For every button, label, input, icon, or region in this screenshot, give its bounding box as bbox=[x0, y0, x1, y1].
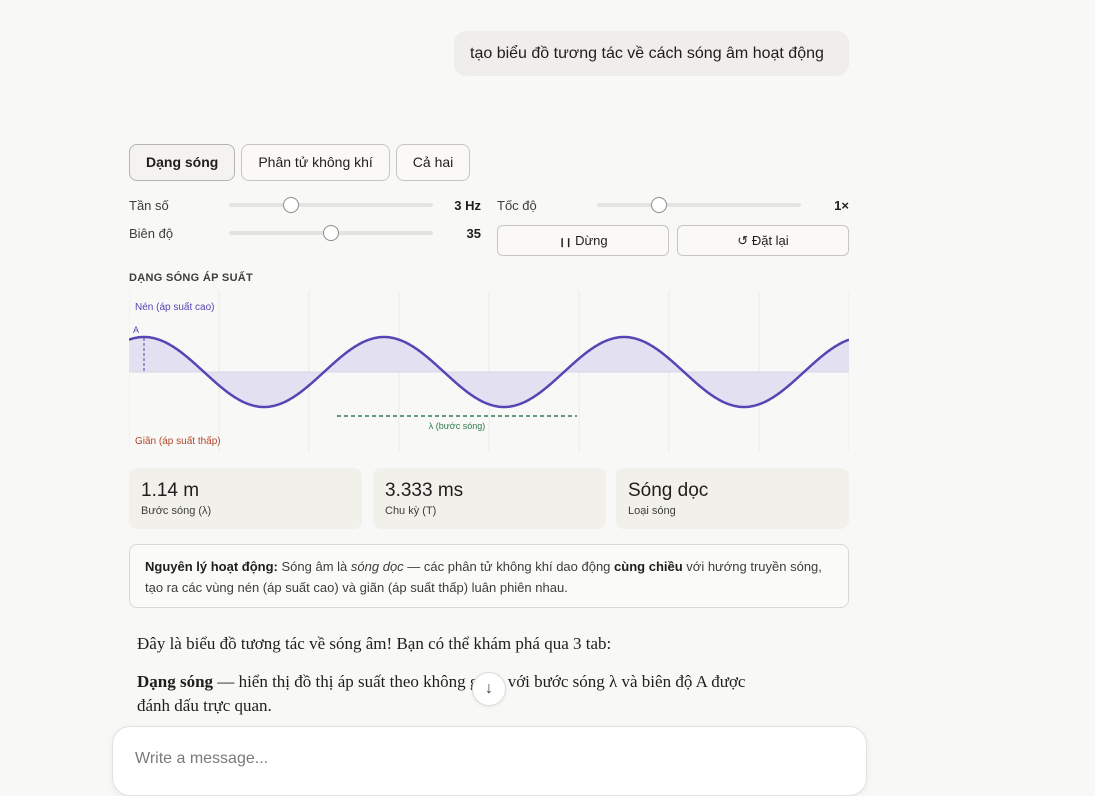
amplitude-value: 35 bbox=[466, 226, 481, 241]
tab-waveform[interactable]: Dạng sóng bbox=[129, 144, 236, 181]
stat-label: Bước sóng (λ) bbox=[141, 505, 212, 517]
amplitude-slider-thumb[interactable] bbox=[323, 225, 339, 241]
stat-value: 3.333 ms bbox=[385, 480, 464, 501]
message-input[interactable] bbox=[135, 750, 735, 768]
info-heading: Nguyên lý hoạt động: bbox=[145, 559, 278, 574]
frequency-label: Tần số bbox=[129, 198, 169, 213]
tab-bar: Dạng sóng Phân tử không khí Cả hai bbox=[129, 144, 471, 181]
frequency-slider-track[interactable] bbox=[229, 203, 433, 207]
compression-label: Nén (áp suất cao) bbox=[135, 301, 215, 313]
info-text: Sóng âm là bbox=[281, 559, 348, 574]
tab-air-particles[interactable]: Phân tử không khí bbox=[241, 144, 390, 181]
speed-slider-track[interactable] bbox=[597, 203, 801, 207]
reset-button-label: Đặt lại bbox=[751, 233, 789, 248]
refresh-icon: ↺ bbox=[737, 233, 749, 248]
stat-value: Sóng dọc bbox=[628, 480, 709, 501]
amplitude-label: Biên độ bbox=[129, 226, 174, 241]
tab-both[interactable]: Cả hai bbox=[395, 144, 471, 181]
pressure-waveform-chart: A Nén (áp suất cao) Giãn (áp suất thấp) … bbox=[129, 291, 849, 451]
pause-icon: ❙❙ bbox=[558, 237, 572, 247]
pause-button[interactable]: ❙❙ Dừng bbox=[497, 225, 669, 256]
message-composer bbox=[112, 726, 867, 796]
stat-card-wave-type: Sóng dọc Loại sóng bbox=[616, 468, 849, 529]
speed-label: Tốc độ bbox=[497, 198, 537, 213]
assistant-item: Dạng sóng — hiển thị đồ thị áp suất theo… bbox=[137, 670, 787, 718]
rarefaction-label: Giãn (áp suất thấp) bbox=[135, 435, 221, 447]
vertical-gridlines bbox=[129, 291, 849, 451]
stat-card-wavelength: 1.14 m Bước sóng (λ) bbox=[129, 468, 362, 529]
user-message: tạo biểu đồ tương tác về cách sóng âm ho… bbox=[454, 31, 849, 76]
info-bold: cùng chiều bbox=[614, 559, 683, 574]
amplitude-label: A bbox=[133, 325, 139, 335]
reset-button[interactable]: ↺ Đặt lại bbox=[677, 225, 849, 256]
assistant-item-text: đánh dấu trực quan. bbox=[137, 696, 272, 715]
stat-label: Loại sóng bbox=[628, 505, 676, 517]
info-text: — các phân tử không khí dao động bbox=[407, 559, 611, 574]
info-italic: sóng dọc bbox=[350, 559, 404, 574]
pause-button-label: Dừng bbox=[575, 233, 608, 248]
wavelength-label: λ (bước sóng) bbox=[429, 421, 485, 431]
stat-label: Chu kỳ (T) bbox=[385, 505, 437, 517]
assistant-intro: Đây là biểu đồ tương tác về sóng âm! Bạn… bbox=[137, 634, 612, 653]
frequency-value: 3 Hz bbox=[454, 198, 481, 213]
speed-slider-thumb[interactable] bbox=[651, 197, 667, 213]
stat-value: 1.14 m bbox=[141, 480, 200, 501]
frequency-slider-thumb[interactable] bbox=[283, 197, 299, 213]
arrow-down-icon: ↓ bbox=[485, 680, 493, 697]
assistant-item-bold: Dạng sóng bbox=[137, 672, 214, 691]
waveform-title: DẠNG SÓNG ÁP SUẤT bbox=[129, 272, 254, 284]
speed-value: 1× bbox=[834, 198, 849, 213]
principle-info-box: Nguyên lý hoạt động: Sóng âm là sóng dọc… bbox=[129, 544, 849, 608]
scroll-to-bottom-button[interactable]: ↓ bbox=[472, 672, 506, 706]
stat-card-period: 3.333 ms Chu kỳ (T) bbox=[373, 468, 606, 529]
